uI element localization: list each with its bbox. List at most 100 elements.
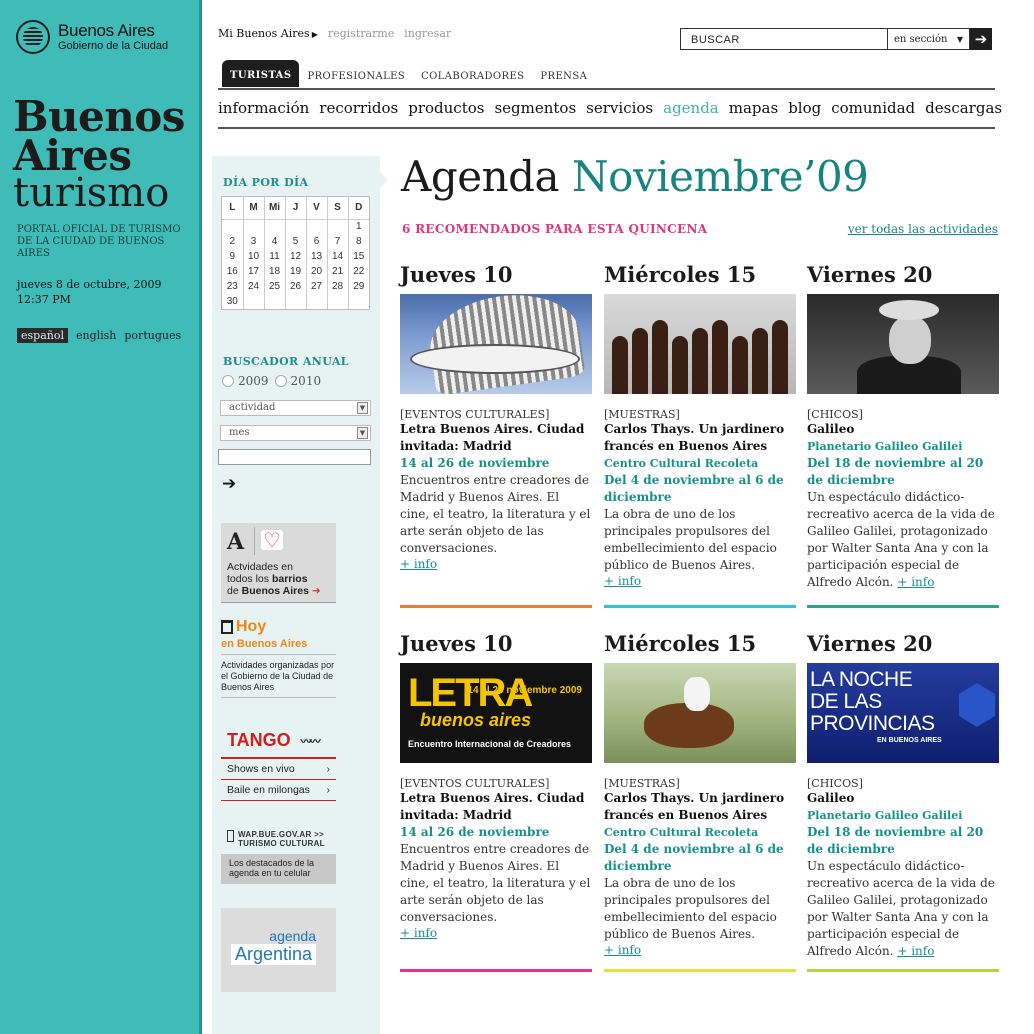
calendar-day[interactable]: 14 (326, 249, 348, 264)
calendar-day[interactable]: 21 (326, 264, 348, 279)
caret-right-icon: ▶ (311, 29, 318, 39)
calendar-day[interactable]: 25 (263, 279, 285, 294)
nav-comunidad[interactable]: comunidad (831, 99, 915, 117)
agenda-argentina-banner[interactable]: agenda Argentina (221, 908, 336, 992)
search-submit-button[interactable]: ➔ (970, 28, 992, 50)
calendar-day[interactable]: 4 (263, 234, 285, 249)
calendar-day[interactable]: 6 (305, 234, 327, 249)
radio-circle-icon (222, 375, 234, 387)
calendar-day[interactable]: 3 (242, 234, 264, 249)
event-image[interactable]: LETRA buenos aires 14 al 26 noviembre 2009… (400, 663, 592, 763)
event-image[interactable]: LA NOCHE DE LAS PROVINCIAS EN BUENOS AIRES (807, 663, 999, 763)
calendar-week: 1 (222, 219, 369, 234)
calendar-day[interactable]: 20 (305, 264, 327, 279)
calendar-day[interactable]: 1 (347, 219, 369, 234)
tango-title-text: TANGO (227, 730, 291, 750)
nav-productos[interactable]: productos (408, 99, 484, 117)
card-divider (400, 605, 592, 608)
keyword-input[interactable] (218, 449, 371, 465)
year-2009-radio[interactable]: 2009 (222, 374, 269, 388)
year-2010-radio[interactable]: 2010 (274, 374, 321, 388)
calendar-day[interactable]: 26 (284, 279, 306, 294)
nav-segmentos[interactable]: segmentos (494, 99, 576, 117)
site-logo[interactable]: Buenos Aires turismo (13, 96, 185, 213)
event-title[interactable]: Galileo (807, 421, 999, 438)
tab-turistas[interactable]: TURISTAS (222, 60, 300, 87)
register-link[interactable]: registrarme (328, 27, 394, 40)
calendar-day[interactable]: 8 (347, 234, 369, 249)
barrios-banner[interactable]: A ♡ Actvidades en todos los barrios de B… (221, 523, 336, 603)
see-all-link[interactable]: ver todas las actividades (848, 222, 998, 236)
search-scope-select[interactable]: en sección ▼ (888, 28, 970, 50)
more-info-link[interactable]: + info (400, 926, 592, 940)
lang-espanol[interactable]: español (17, 328, 68, 343)
more-info-link[interactable]: + info (897, 944, 934, 958)
tab-profesionales[interactable]: PROFESIONALES (299, 71, 413, 87)
calendar-day[interactable]: 2 (222, 234, 243, 249)
calendar-day[interactable]: 12 (284, 249, 306, 264)
lang-english[interactable]: english (76, 328, 116, 343)
more-info-link[interactable]: + info (897, 575, 934, 589)
annual-search-button[interactable]: ➔ (222, 474, 236, 494)
calendar-day[interactable]: 30 (222, 294, 243, 309)
tango-title[interactable]: TANGO 〰〰 (221, 730, 336, 759)
portal-tagline: PORTAL OFICIAL DE TURISMO DE LA CIUDAD D… (17, 224, 181, 259)
event-title[interactable]: Galileo (807, 790, 999, 807)
lang-portugues[interactable]: portugues (124, 328, 181, 343)
event-place: Planetario Galileo Galilei (807, 809, 963, 822)
tab-colaboradores[interactable]: COLABORADORES (413, 71, 532, 87)
tab-prensa[interactable]: PRENSA (532, 71, 595, 87)
calendar-day[interactable]: 15 (347, 249, 369, 264)
more-info-link[interactable]: + info (604, 574, 796, 588)
calendar-day[interactable]: 24 (242, 279, 264, 294)
more-info-link[interactable]: + info (400, 557, 592, 571)
event-image[interactable] (604, 294, 796, 394)
event-title[interactable]: Letra Buenos Aires. Ciudad invitada: Mad… (400, 421, 592, 455)
nav-recorridos[interactable]: recorridos (319, 99, 398, 117)
calendar-empty-cell (326, 294, 348, 309)
calendar-day[interactable]: 27 (305, 279, 327, 294)
hoy-banner[interactable]: Hoy en Buenos Aires Actividades organiza… (221, 618, 336, 698)
calendar-day[interactable]: 28 (326, 279, 348, 294)
wap-banner[interactable]: WAP.BUE.GOV.AR >> TURISMO CULTURAL Los de… (221, 830, 336, 885)
event-image[interactable] (604, 663, 796, 763)
mi-buenos-aires-link[interactable]: Mi Buenos Aires ▶ (218, 27, 318, 40)
calendar-day[interactable]: 18 (263, 264, 285, 279)
more-info-link[interactable]: + info (604, 943, 796, 957)
tango-shows-link[interactable]: Shows en vivo › (221, 759, 336, 780)
calendar-day[interactable]: 17 (242, 264, 264, 279)
tango-milongas-link[interactable]: Baile en milongas › (221, 780, 336, 801)
nav-servicios[interactable]: servicios (586, 99, 653, 117)
calendar-day[interactable]: 7 (326, 234, 348, 249)
event-image[interactable] (400, 294, 592, 394)
login-link[interactable]: ingresar (404, 27, 451, 40)
calendar-day[interactable]: 22 (347, 264, 369, 279)
calendar-day[interactable]: 5 (284, 234, 306, 249)
calendar-day[interactable]: 9 (222, 249, 243, 264)
calendar-day[interactable]: 19 (284, 264, 306, 279)
hoy-subtitle: en Buenos Aires (221, 638, 336, 655)
calendar-day[interactable]: 16 (222, 264, 243, 279)
nav-informacion[interactable]: información (218, 99, 309, 117)
calendar-day[interactable]: 13 (305, 249, 327, 264)
nav-descargas[interactable]: descargas (925, 99, 1002, 117)
calendar-day[interactable]: 10 (242, 249, 264, 264)
calendar-day[interactable]: 11 (263, 249, 285, 264)
event-dates: Del 18 de noviembre al 20 de diciembre (807, 456, 984, 487)
gov-logo[interactable]: Buenos Aires Gobierno de la Ciudad (16, 20, 168, 54)
nav-blog[interactable]: blog (788, 99, 821, 117)
event-day: Jueves 10 (400, 262, 513, 287)
nav-agenda[interactable]: agenda (663, 99, 719, 117)
noche-line1: LA NOCHE (810, 668, 913, 691)
nav-mapas[interactable]: mapas (729, 99, 778, 117)
event-image[interactable] (807, 294, 999, 394)
event-title[interactable]: Carlos Thays. Un jardinero francés en Bu… (604, 421, 796, 455)
calendar-day[interactable]: 29 (347, 279, 369, 294)
search-input[interactable]: BUSCAR (680, 28, 888, 50)
sidebar-widgets: DÍA POR DÍA L M Mi J V S D 1 2 3 4 5 6 7 8 9 10 11 12 13 14… (212, 156, 388, 1034)
activity-select[interactable]: actividad ▼ (220, 400, 371, 416)
event-title[interactable]: Carlos Thays. Un jardinero francés en Bu… (604, 790, 796, 824)
calendar-day[interactable]: 23 (222, 279, 243, 294)
month-select[interactable]: mes ▼ (220, 425, 371, 441)
event-title[interactable]: Letra Buenos Aires. Ciudad invitada: Mad… (400, 790, 592, 824)
